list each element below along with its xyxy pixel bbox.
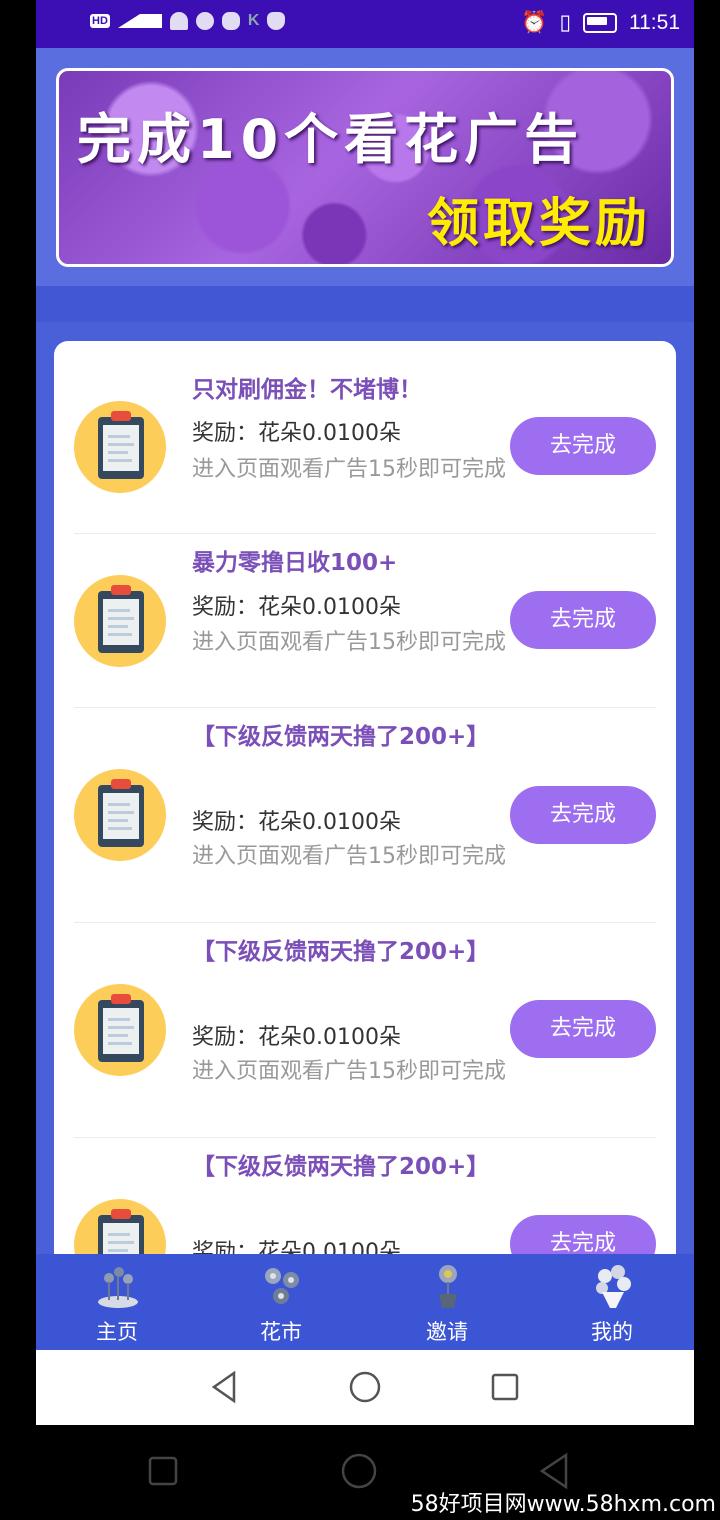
clipboard-icon [74, 769, 166, 861]
back-icon[interactable] [210, 1370, 240, 1404]
k-icon: K [247, 12, 260, 29]
task-item: 暴力零撸日收100+ 奖励：花朵0.0100朵 进入页面观看广告15秒即可完成 … [74, 534, 656, 708]
clock-time: 11:51 [629, 10, 680, 34]
battery-icon [583, 12, 617, 33]
shield-icon [267, 12, 286, 30]
complete-task-button[interactable]: 去完成 [510, 591, 656, 649]
task-title: 【下级反馈两天撸了200+】 [192, 724, 490, 750]
nav-label: 我的 [591, 1320, 633, 1344]
status-left-icons: HD K [90, 12, 286, 30]
signal-icon [117, 14, 162, 28]
potted-flower-icon [439, 1265, 457, 1308]
nav-item-market[interactable]: 花市 [221, 1254, 341, 1350]
bottom-navigation: 主页 花市 邀请 我的 [36, 1254, 694, 1350]
task-item: 只对刷佣金！不堵博！ 奖励：花朵0.0100朵 进入页面观看广告15秒即可完成 … [74, 361, 656, 534]
task-title: 【下级反馈两天撸了200+】 [192, 939, 490, 965]
banner-subtitle: 领取奖励 [426, 194, 651, 254]
task-title: 只对刷佣金！不堵博！ [192, 377, 422, 403]
nav-label: 邀请 [426, 1320, 468, 1344]
nav-item-invite[interactable]: 邀请 [387, 1254, 507, 1350]
recents-icon[interactable] [147, 1455, 179, 1487]
nav-label: 主页 [96, 1320, 138, 1344]
vibrate-icon: ▯ [559, 11, 571, 34]
banner-area: 完成10个看花广告 领取奖励 [36, 48, 694, 286]
home-icon[interactable] [340, 1452, 378, 1490]
clipboard-icon [74, 401, 166, 493]
nav-label: 花市 [260, 1320, 302, 1344]
status-right-icons: ⏰ ▯ 11:51 [521, 10, 680, 35]
task-item: 【下级反馈两天撸了200+】 奖励：花朵0.0100朵 去完成 [74, 1138, 656, 1271]
phone-screen: HD K ⏰ ▯ 11:51 完成10个看花广告 领取奖励 只对刷佣金！不堵博！… [36, 0, 694, 1425]
task-reward: 奖励：花朵0.0100朵 [192, 595, 401, 620]
status-bar: HD K ⏰ ▯ 11:51 [36, 0, 694, 48]
complete-task-button[interactable]: 去完成 [510, 1000, 656, 1058]
system-navigation-bar [36, 1350, 694, 1425]
alarm-icon: ⏰ [521, 10, 548, 34]
flower-pot-icon [98, 1267, 138, 1308]
task-reward: 奖励：花朵0.0100朵 [192, 1025, 401, 1050]
banner-title: 完成10个看花广告 [77, 108, 585, 171]
wifi-icon [169, 12, 188, 30]
ad-banner[interactable]: 完成10个看花广告 领取奖励 [56, 68, 674, 267]
task-list-card: 只对刷佣金！不堵博！ 奖励：花朵0.0100朵 进入页面观看广告15秒即可完成 … [54, 341, 676, 1271]
complete-task-button[interactable]: 去完成 [510, 417, 656, 475]
task-description: 进入页面观看广告15秒即可完成 [192, 457, 506, 482]
recents-icon[interactable] [490, 1372, 520, 1402]
nav-item-profile[interactable]: 我的 [552, 1254, 672, 1350]
divider-stripe [36, 286, 694, 322]
wechat-icon [221, 12, 240, 30]
home-icon[interactable] [348, 1370, 382, 1404]
bouquet-icon [596, 1265, 631, 1308]
task-title: 暴力零撸日收100+ [192, 550, 398, 576]
task-reward: 奖励：花朵0.0100朵 [192, 421, 401, 446]
task-reward: 奖励：花朵0.0100朵 [192, 810, 401, 835]
task-description: 进入页面观看广告15秒即可完成 [192, 630, 506, 655]
task-item: 【下级反馈两天撸了200+】 奖励：花朵0.0100朵 进入页面观看广告15秒即… [74, 923, 656, 1138]
complete-task-button[interactable]: 去完成 [510, 786, 656, 844]
nav-item-home[interactable]: 主页 [57, 1254, 177, 1350]
qq-icon [195, 12, 214, 30]
task-description: 进入页面观看广告15秒即可完成 [192, 844, 506, 869]
task-description: 进入页面观看广告15秒即可完成 [192, 1059, 506, 1084]
back-icon[interactable] [538, 1452, 572, 1490]
watermark-text: 58好项目网www.58hxm.com [410, 1492, 716, 1517]
hd-icon: HD [90, 14, 110, 28]
clipboard-icon [74, 575, 166, 667]
clipboard-icon [74, 984, 166, 1076]
task-title: 【下级反馈两天撸了200+】 [192, 1154, 490, 1180]
flowers-icon [265, 1268, 299, 1304]
task-item: 【下级反馈两天撸了200+】 奖励：花朵0.0100朵 进入页面观看广告15秒即… [74, 708, 656, 923]
